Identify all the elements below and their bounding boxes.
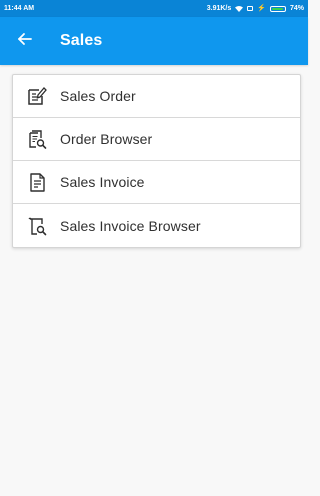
back-button[interactable]	[2, 17, 46, 65]
network-speed: 3.91K/s	[206, 5, 232, 12]
battery-icon	[269, 5, 286, 12]
menu-item-label: Sales Invoice	[60, 174, 145, 190]
menu-item-sales-order[interactable]: Sales Order	[13, 75, 300, 118]
status-bar: 11:44 AM 3.91K/s ⚡ 74%	[0, 0, 308, 17]
menu-item-sales-invoice[interactable]: Sales Invoice	[13, 161, 300, 204]
menu-item-label: Sales Order	[60, 88, 136, 104]
charging-icon: ⚡	[257, 5, 266, 12]
sim-icon	[247, 6, 254, 11]
sales-menu-card: Sales Order Order Browser Sales Invoice	[12, 74, 301, 248]
wifi-icon	[235, 5, 244, 12]
app-bar: Sales	[0, 17, 308, 65]
menu-item-order-browser[interactable]: Order Browser	[13, 118, 300, 161]
menu-item-label: Order Browser	[60, 131, 153, 147]
battery-percent: 74%	[289, 5, 304, 12]
receipt-search-icon	[26, 215, 48, 237]
edit-document-icon	[26, 85, 48, 107]
invoice-document-icon	[26, 171, 48, 193]
status-indicators: 3.91K/s ⚡ 74%	[207, 5, 304, 12]
page-title: Sales	[60, 32, 103, 49]
arrow-left-icon	[16, 31, 32, 52]
document-search-icon	[26, 128, 48, 150]
menu-item-sales-invoice-browser[interactable]: Sales Invoice Browser	[13, 204, 300, 247]
status-time: 11:44 AM	[4, 5, 35, 12]
menu-item-label: Sales Invoice Browser	[60, 217, 201, 234]
